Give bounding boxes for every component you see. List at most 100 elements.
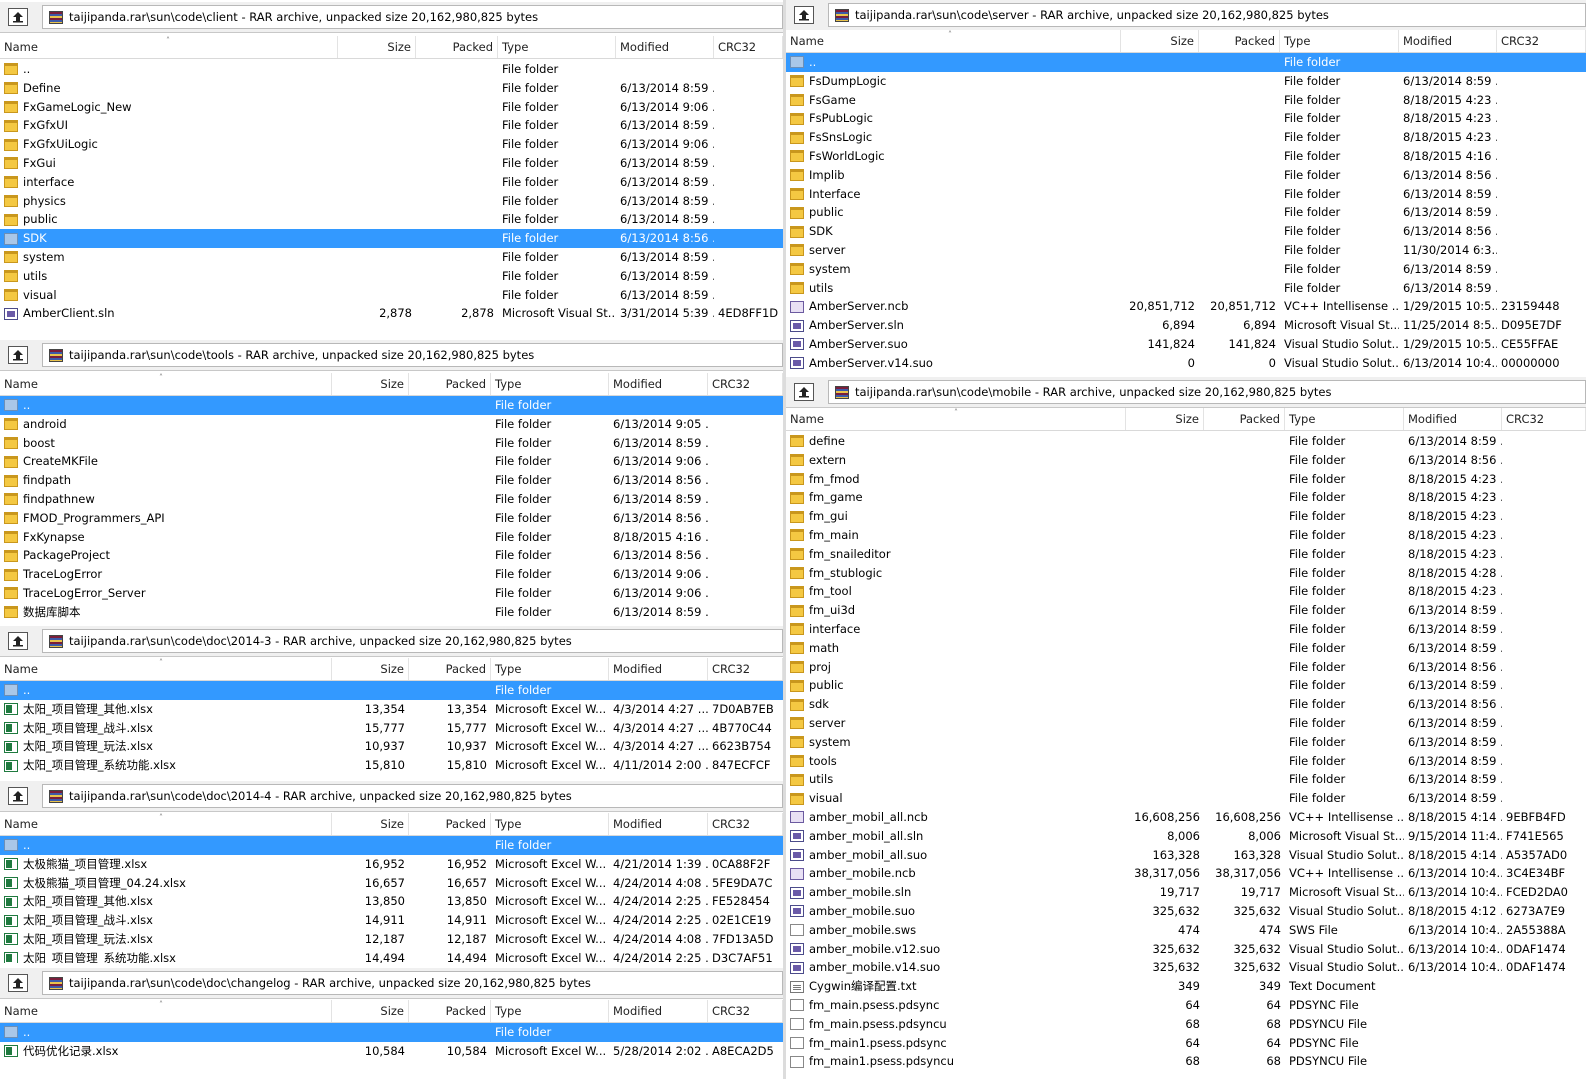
column-header-crc[interactable]: CRC32 xyxy=(714,36,783,58)
column-header-size[interactable]: Size xyxy=(1126,408,1204,430)
column-header-size[interactable]: Size xyxy=(332,1000,409,1022)
file-row[interactable]: system File folder 6/13/2014 8:59 ... xyxy=(786,260,1586,279)
file-row[interactable]: amber_mobile.ncb 38,317,056 38,317,056 VC++… xyxy=(786,864,1586,883)
file-row[interactable]: fm_main1.psess.pdsync 64 64 PDSYNC File xyxy=(786,1034,1586,1053)
file-row[interactable]: extern File folder 6/13/2014 8:56 ... xyxy=(786,451,1586,470)
file-row[interactable]: .. File folder xyxy=(0,60,783,79)
file-row[interactable]: tools File folder 6/13/2014 8:59 ... xyxy=(786,752,1586,771)
column-header-crc[interactable]: CRC32 xyxy=(708,373,783,395)
file-row[interactable]: amber_mobile.sws 474 474 SWS File 6/13/2014 … xyxy=(786,921,1586,940)
column-header-name[interactable]: Name xyxy=(0,658,332,680)
path-field[interactable]: taijipanda.rar\sun\code\doc\2014-4 - RAR… xyxy=(42,784,783,808)
file-row[interactable]: define File folder 6/13/2014 8:59 ... xyxy=(786,432,1586,451)
file-row[interactable]: math File folder 6/13/2014 8:59 ... xyxy=(786,639,1586,658)
column-header-name[interactable]: Name xyxy=(786,30,1121,52)
file-row[interactable]: FxGfxUiLogic File folder 6/13/2014 9:06 ..… xyxy=(0,135,783,154)
column-header-type[interactable]: Type xyxy=(491,658,609,680)
file-row[interactable]: Define File folder 6/13/2014 8:59 ... xyxy=(0,79,783,98)
file-row[interactable]: 代码优化记录.xlsx 10,584 10,584 Microsoft Excel W… xyxy=(0,1042,783,1061)
column-header-crc[interactable]: CRC32 xyxy=(708,813,783,835)
file-row[interactable]: visual File folder 6/13/2014 8:59 ... xyxy=(0,286,783,305)
file-row[interactable]: FsWorldLogic File folder 8/18/2015 4:16 ..… xyxy=(786,147,1586,166)
column-header-type[interactable]: Type xyxy=(1285,408,1404,430)
file-row[interactable]: FMOD_Programmers_API File folder 6/13/2014… xyxy=(0,509,783,528)
up-folder-button[interactable] xyxy=(8,346,28,364)
file-row[interactable]: FxKynapse File folder 8/18/2015 4:16 ... xyxy=(0,528,783,547)
column-header-crc[interactable]: CRC32 xyxy=(708,1000,783,1022)
column-header-packed[interactable]: Packed xyxy=(409,813,491,835)
file-row[interactable]: TraceLogError_Server File folder 6/13/2014… xyxy=(0,584,783,603)
path-field[interactable]: taijipanda.rar\sun\code\client - RAR arc… xyxy=(42,5,783,29)
column-header-type[interactable]: Type xyxy=(491,1000,609,1022)
column-header-size[interactable]: Size xyxy=(1121,30,1199,52)
file-row[interactable]: public File folder 6/13/2014 8:59 ... xyxy=(786,676,1586,695)
file-row[interactable]: AmberServer.sln 6,894 6,894 Microsoft Visua… xyxy=(786,316,1586,335)
file-row[interactable]: FsGame File folder 8/18/2015 4:23 ... xyxy=(786,91,1586,110)
column-header-size[interactable]: Size xyxy=(332,813,409,835)
column-header-name[interactable]: Name xyxy=(0,813,332,835)
path-field[interactable]: taijipanda.rar\sun\code\doc\2014-3 - RAR… xyxy=(42,629,783,653)
file-row[interactable]: 太阳_项目管理_战斗.xlsx 15,777 15,777 Microsoft Exc… xyxy=(0,719,783,738)
file-row[interactable]: fm_ui3d File folder 6/13/2014 8:59 ... xyxy=(786,601,1586,620)
file-row[interactable]: interface File folder 6/13/2014 8:59 ... xyxy=(786,620,1586,639)
file-row[interactable]: system File folder 6/13/2014 8:59 ... xyxy=(0,248,783,267)
file-row[interactable]: fm_gui File folder 8/18/2015 4:23 ... xyxy=(786,507,1586,526)
file-row[interactable]: FsPubLogic File folder 8/18/2015 4:23 ... xyxy=(786,109,1586,128)
up-folder-button[interactable] xyxy=(8,787,28,805)
file-row[interactable]: utils File folder 6/13/2014 8:59 ... xyxy=(786,770,1586,789)
file-row[interactable]: amber_mobile.v12.suo 325,632 325,632 Visual… xyxy=(786,940,1586,959)
file-row[interactable]: 太阳_项目管理_战斗.xlsx 14,911 14,911 Microsoft Exc… xyxy=(0,911,783,930)
path-field[interactable]: taijipanda.rar\sun\code\server - RAR arc… xyxy=(828,3,1586,27)
file-row[interactable]: fm_main.psess.pdsync 64 64 PDSYNC File xyxy=(786,996,1586,1015)
file-row[interactable]: AmberServer.ncb 20,851,712 20,851,712 VC++ … xyxy=(786,297,1586,316)
column-header-name[interactable]: Name xyxy=(0,373,332,395)
file-row[interactable]: amber_mobile.suo 325,632 325,632 Visual Stu… xyxy=(786,902,1586,921)
file-row[interactable]: .. File folder xyxy=(0,1023,783,1042)
column-header-name[interactable]: Name xyxy=(0,1000,332,1022)
column-header-modified[interactable]: Modified xyxy=(1399,30,1497,52)
file-row[interactable]: .. File folder xyxy=(0,396,783,415)
column-header-crc[interactable]: CRC32 xyxy=(1502,408,1586,430)
file-row[interactable]: 太阳_项目管理_玩法.xlsx 12,187 12,187 Microsoft Exc… xyxy=(0,930,783,949)
up-folder-button[interactable] xyxy=(8,974,28,992)
file-row[interactable]: FxGui File folder 6/13/2014 8:59 ... xyxy=(0,154,783,173)
column-header-type[interactable]: Type xyxy=(491,813,609,835)
file-row[interactable]: .. File folder xyxy=(0,836,783,855)
file-row[interactable]: 太极熊猫_项目管理_04.24.xlsx 16,657 16,657 Microsof… xyxy=(0,874,783,893)
file-row[interactable]: system File folder 6/13/2014 8:59 ... xyxy=(786,733,1586,752)
file-row[interactable]: amber_mobil_all.suo 163,328 163,328 Visual … xyxy=(786,846,1586,865)
file-row[interactable]: SDK File folder 6/13/2014 8:56 ... xyxy=(786,222,1586,241)
file-row[interactable]: 太阳_项目管理_系统功能.xlsx 14,494 14,494 Microsoft E… xyxy=(0,949,783,963)
file-row[interactable]: AmberServer.suo 141,824 141,824 Visual Stud… xyxy=(786,335,1586,354)
column-header-crc[interactable]: CRC32 xyxy=(1497,30,1586,52)
file-row[interactable]: proj File folder 6/13/2014 8:56 ... xyxy=(786,658,1586,677)
file-row[interactable]: fm_main File folder 8/18/2015 4:23 ... xyxy=(786,526,1586,545)
column-header-size[interactable]: Size xyxy=(332,658,409,680)
up-folder-button[interactable] xyxy=(794,383,814,401)
file-row[interactable]: 数据库脚本 File folder 6/13/2014 8:59 ... xyxy=(0,603,783,622)
file-row[interactable]: FsSnsLogic File folder 8/18/2015 4:23 ... xyxy=(786,128,1586,147)
file-row[interactable]: interface File folder 6/13/2014 8:59 ... xyxy=(0,173,783,192)
column-header-packed[interactable]: Packed xyxy=(409,1000,491,1022)
column-header-modified[interactable]: Modified xyxy=(609,1000,708,1022)
column-header-modified[interactable]: Modified xyxy=(609,373,708,395)
column-header-size[interactable]: Size xyxy=(338,36,416,58)
file-row[interactable]: .. File folder xyxy=(0,681,783,700)
file-row[interactable]: FxGfxUI File folder 6/13/2014 8:59 ... xyxy=(0,116,783,135)
file-row[interactable]: public File folder 6/13/2014 8:59 ... xyxy=(786,203,1586,222)
file-row[interactable]: 太阳_项目管理_玩法.xlsx 10,937 10,937 Microsoft Exc… xyxy=(0,737,783,756)
file-row[interactable]: fm_main1.psess.pdsyncu 68 68 PDSYNCU File xyxy=(786,1052,1586,1071)
file-row[interactable]: android File folder 6/13/2014 9:05 ... xyxy=(0,415,783,434)
column-header-packed[interactable]: Packed xyxy=(409,658,491,680)
file-row[interactable]: amber_mobil_all.sln 8,006 8,006 Microsoft V… xyxy=(786,827,1586,846)
column-header-packed[interactable]: Packed xyxy=(416,36,498,58)
file-row[interactable]: fm_game File folder 8/18/2015 4:23 ... xyxy=(786,488,1586,507)
path-field[interactable]: taijipanda.rar\sun\code\mobile - RAR arc… xyxy=(828,380,1586,404)
file-row[interactable]: server File folder 6/13/2014 8:59 ... xyxy=(786,714,1586,733)
file-row[interactable]: visual File folder 6/13/2014 8:59 ... xyxy=(786,789,1586,808)
vertical-splitter[interactable] xyxy=(783,0,786,1079)
file-row[interactable]: 太阳_项目管理_其他.xlsx 13,850 13,850 Microsoft Exc… xyxy=(0,892,783,911)
file-row[interactable]: 太阳_项目管理_其他.xlsx 13,354 13,354 Microsoft Exc… xyxy=(0,700,783,719)
file-row[interactable]: findpath File folder 6/13/2014 8:56 ... xyxy=(0,471,783,490)
file-row[interactable]: fm_tool File folder 8/18/2015 4:23 ... xyxy=(786,582,1586,601)
